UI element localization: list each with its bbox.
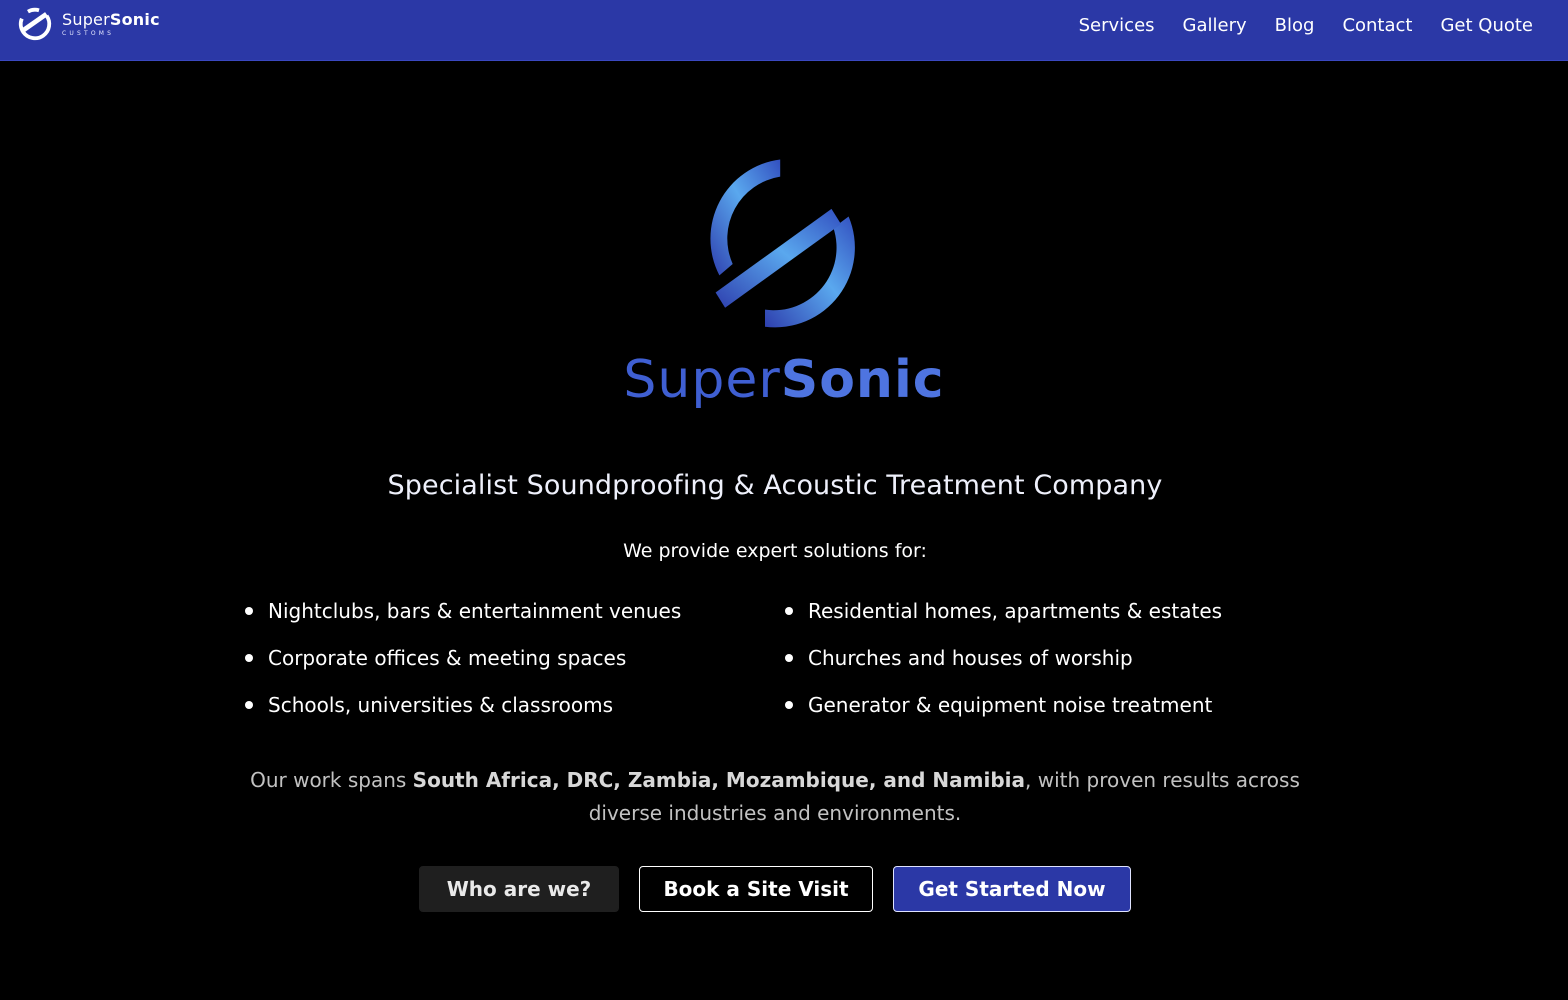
coverage-prefix: Our work spans [250, 768, 413, 792]
supersonic-s-logo-icon [18, 7, 52, 41]
hero-logo [0, 150, 1568, 340]
cta-buttons: Who are we? Book a Site Visit Get Starte… [0, 866, 1550, 912]
service-label: Churches and houses of worship [808, 646, 1133, 670]
supersonic-s-logo-icon [710, 159, 855, 328]
brand-name-bold: Sonic [109, 9, 160, 29]
nav-gallery[interactable]: Gallery [1183, 15, 1247, 36]
service-label: Schools, universities & classrooms [268, 693, 614, 717]
who-are-we-button[interactable]: Who are we? [419, 866, 619, 912]
service-label: Residential homes, apartments & estates [808, 599, 1223, 623]
coverage-countries: South Africa, DRC, Zambia, Mozambique, a… [412, 768, 1026, 792]
bullet-icon [245, 701, 253, 709]
hero-wordmark: SuperSonic [0, 350, 1568, 410]
book-site-visit-button[interactable]: Book a Site Visit [639, 866, 873, 912]
list-item: Churches and houses of worship [785, 643, 1325, 673]
wordmark-bold: Sonic [780, 350, 945, 410]
bullet-icon [785, 654, 793, 662]
coverage-statement: Our work spans South Africa, DRC, Zambia… [250, 764, 1300, 830]
hero-intro: We provide expert solutions for: [623, 540, 927, 562]
nav-get-quote[interactable]: Get Quote [1440, 15, 1533, 36]
service-label: Corporate offices & meeting spaces [268, 646, 627, 670]
bullet-icon [785, 701, 793, 709]
top-navbar: SuperSonic CUSTOMS Services Gallery Blog… [0, 0, 1568, 61]
brand-name: SuperSonic [62, 9, 160, 29]
list-item: Corporate offices & meeting spaces [245, 643, 785, 673]
brand-tagline: CUSTOMS [62, 29, 115, 37]
bullet-icon [245, 607, 253, 615]
list-item: Nightclubs, bars & entertainment venues [245, 596, 785, 626]
service-label: Nightclubs, bars & entertainment venues [268, 599, 682, 623]
nav-blog[interactable]: Blog [1275, 15, 1315, 36]
brand-logo-link[interactable]: SuperSonic CUSTOMS [16, 5, 160, 43]
services-list: Nightclubs, bars & entertainment venues … [245, 596, 1325, 720]
list-item: Residential homes, apartments & estates [785, 596, 1325, 626]
list-item: Generator & equipment noise treatment [785, 690, 1325, 720]
service-label: Generator & equipment noise treatment [808, 693, 1213, 717]
hero-tagline: Specialist Soundproofing & Acoustic Trea… [387, 470, 1163, 501]
get-started-button[interactable]: Get Started Now [893, 866, 1131, 912]
nav-services[interactable]: Services [1079, 15, 1155, 36]
nav-links: Services Gallery Blog Contact Get Quote [1079, 0, 1533, 50]
list-item: Schools, universities & classrooms [245, 690, 785, 720]
nav-contact[interactable]: Contact [1342, 15, 1412, 36]
bullet-icon [245, 654, 253, 662]
brand-name-light: Super [62, 9, 110, 29]
brand-text: SuperSonic CUSTOMS [62, 9, 160, 37]
bullet-icon [785, 607, 793, 615]
wordmark-light: Super [623, 350, 781, 410]
